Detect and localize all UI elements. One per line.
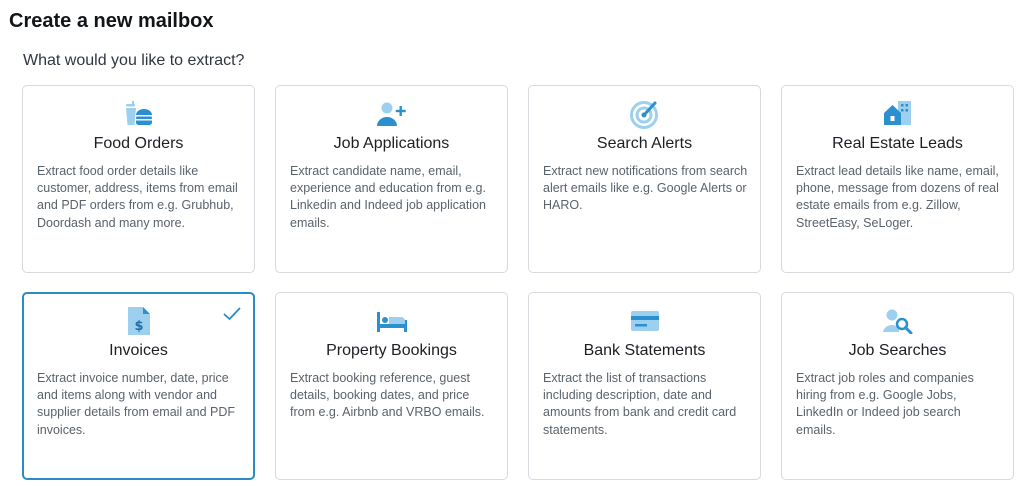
card-title: Real Estate Leads [832,135,963,152]
card-search-alerts[interactable]: Search Alerts Extract new notifications … [528,85,761,273]
add-person-icon [276,100,507,128]
card-property-bookings[interactable]: Property Bookings Extract booking refere… [275,292,508,480]
card-food-orders[interactable]: Food Orders Extract food order details l… [22,85,255,273]
card-title: Search Alerts [596,135,693,152]
card-description: Extract candidate name, email, experienc… [290,164,486,230]
credit-card-icon [529,307,760,335]
bed-icon [276,307,507,335]
card-description: Extract food order details like customer… [37,164,238,230]
building-icon [782,100,1013,128]
card-description: Extract lead details like name, email, p… [796,164,999,230]
card-title: Invoices [109,342,168,359]
card-description: Extract booking reference, guest details… [290,371,485,420]
card-title: Job Searches [848,342,947,359]
card-description: Extract new notifications from search al… [543,164,748,213]
food-icon [23,100,254,128]
mailbox-type-grid: Food Orders Extract food order details l… [22,85,1014,480]
card-bank-statements[interactable]: Bank Statements Extract the list of tran… [528,292,761,480]
person-search-icon [782,307,1013,335]
card-job-searches[interactable]: Job Searches Extract job roles and compa… [781,292,1014,480]
page-title: Create a new mailbox [9,10,214,32]
card-title: Job Applications [333,135,450,152]
card-description: Extract job roles and companies hiring f… [796,371,974,437]
card-description: Extract the list of transactions includi… [543,371,737,437]
radar-icon [529,100,760,129]
svg-text:$: $ [134,319,143,334]
invoice-icon: $ [24,307,253,335]
card-job-applications[interactable]: Job Applications Extract candidate name,… [275,85,508,273]
card-real-estate-leads[interactable]: Real Estate Leads Extract lead details l… [781,85,1014,273]
card-title: Property Bookings [326,342,457,359]
card-description: Extract invoice number, date, price and … [37,371,235,437]
page-subtitle: What would you like to extract? [23,52,245,69]
card-title: Food Orders [93,135,184,152]
card-title: Bank Statements [583,342,706,359]
card-invoices[interactable]: $ Invoices Extract invoice number, date,… [22,292,255,480]
